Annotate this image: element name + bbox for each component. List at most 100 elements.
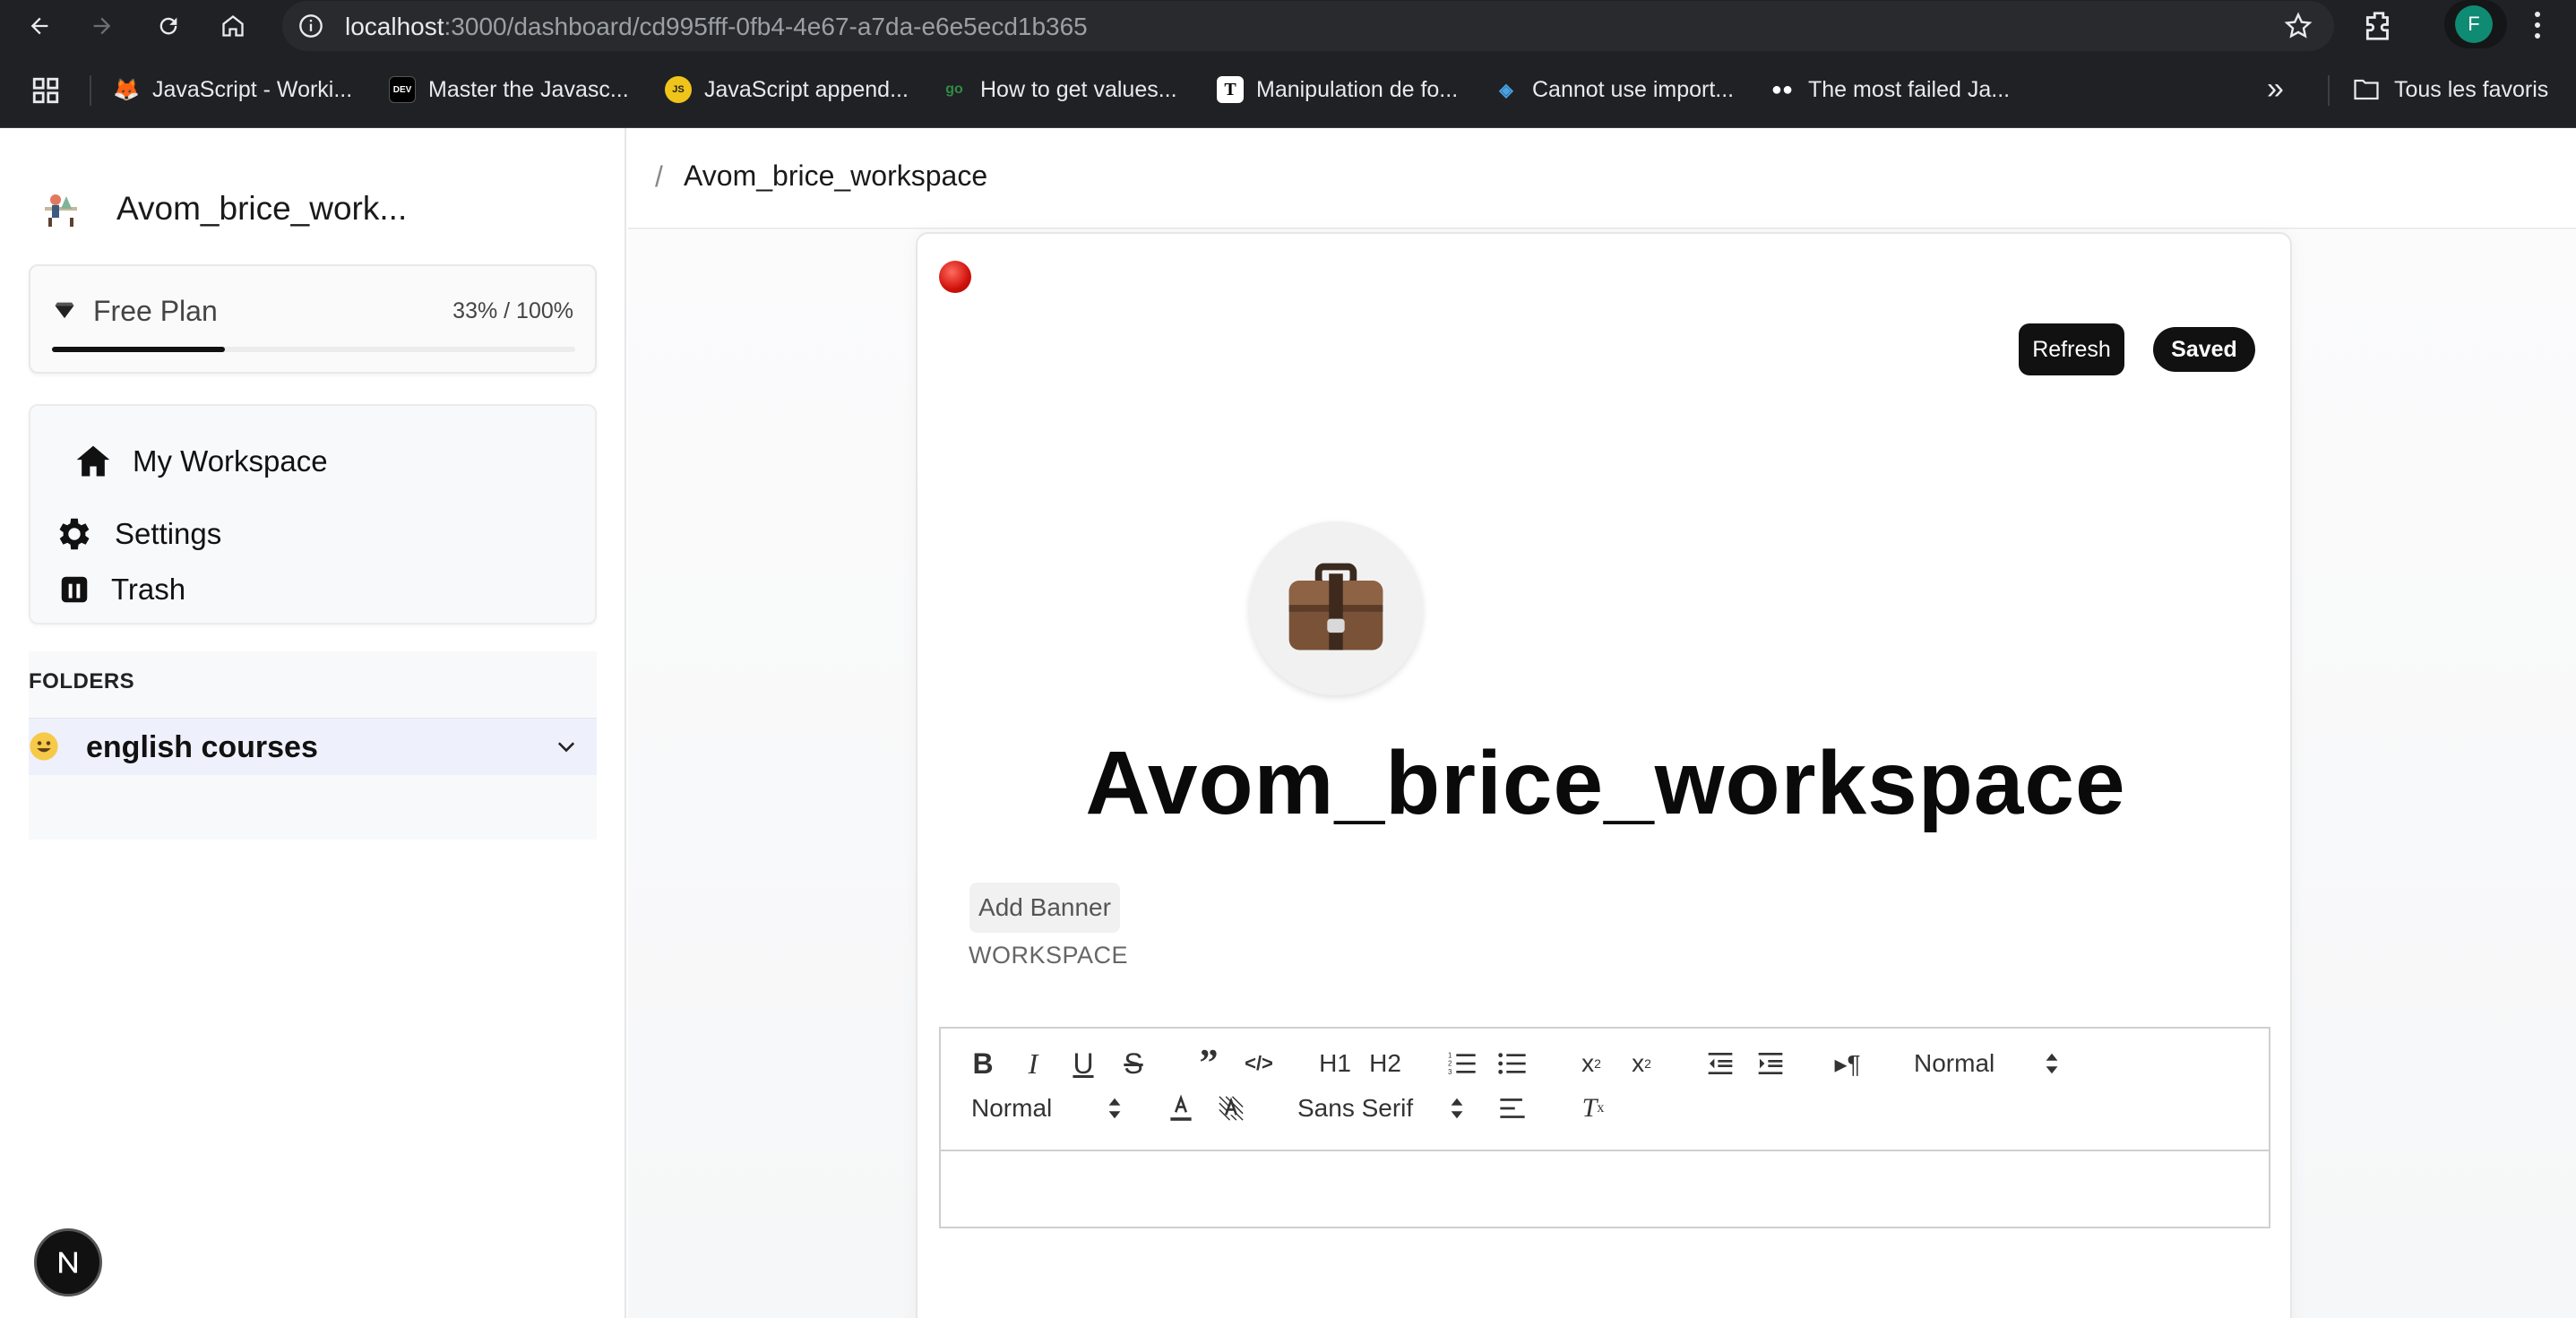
code-icon[interactable]: </> (1244, 1048, 1274, 1079)
nextjs-badge[interactable] (34, 1228, 102, 1296)
superscript-icon[interactable]: x2 (1625, 1048, 1658, 1079)
folder-item[interactable]: english courses (29, 718, 597, 775)
editor-content-area[interactable] (941, 1153, 2269, 1227)
heading2-icon[interactable]: H2 (1367, 1048, 1403, 1079)
saved-badge: Saved (2153, 327, 2255, 372)
text-color-icon[interactable] (1165, 1093, 1197, 1124)
select-arrows-icon (1451, 1098, 1463, 1119)
heading1-icon[interactable]: H1 (1317, 1048, 1353, 1079)
bold-icon[interactable]: B (968, 1047, 998, 1080)
folders-title: FOLDERS (29, 669, 135, 693)
main-area: / Avom_brice_workspace Refresh Saved Avo… (628, 128, 2576, 1318)
bookmark-item[interactable]: ◈ Cannot use import... (1493, 72, 1734, 108)
underline-icon[interactable]: U (1068, 1047, 1098, 1080)
workspace-logo-icon (45, 194, 77, 227)
stack-icon: ◈ (1499, 80, 1513, 100)
workspace-caption: WORKSPACE (969, 942, 1129, 969)
document-panel: Refresh Saved Avom_brice_workspace Add B… (916, 232, 2292, 1318)
plan-card: Free Plan 33% / 100% (29, 264, 597, 374)
svg-text:2: 2 (1448, 1060, 1452, 1068)
trash-icon (61, 576, 88, 603)
header-select[interactable]: Normal (1914, 1048, 2059, 1079)
site-info-icon[interactable] (298, 13, 323, 39)
subscript-icon[interactable]: x2 (1575, 1048, 1607, 1079)
n-logo-icon (59, 1252, 77, 1273)
align-icon[interactable] (1496, 1093, 1529, 1124)
bookmark-item[interactable]: DEV Master the Javasc... (389, 72, 629, 108)
divider (90, 75, 91, 106)
plan-progress-track (52, 347, 575, 352)
more-bookmarks-icon[interactable]: » (2267, 73, 2297, 106)
indent-icon[interactable] (1754, 1048, 1787, 1079)
extensions-icon[interactable] (2362, 9, 2396, 43)
medium-icon: ●● (1770, 79, 1794, 99)
address-bar[interactable]: localhost:3000/dashboard/cd995fff-0fb4-4… (282, 1, 2334, 51)
bullet-list-icon[interactable] (1496, 1048, 1529, 1079)
bookmark-item[interactable]: T Manipulation de fo... (1217, 72, 1458, 108)
refresh-button[interactable]: Refresh (2019, 323, 2124, 375)
size-select[interactable]: Normal (971, 1093, 1122, 1124)
rich-text-editor: B I U S ” </> H1 H2 123 x2 x2 ▸¶ Normal … (939, 1027, 2270, 1228)
t-logo-icon: T (1217, 76, 1244, 103)
more-menu-icon[interactable] (2529, 7, 2546, 43)
folder-name: english courses (86, 730, 318, 764)
forward-arrow-icon[interactable] (84, 8, 120, 44)
dev-icon: DEV (389, 76, 416, 103)
apps-grid-icon[interactable] (30, 75, 61, 106)
sidebar: Avom_brice_work... Free Plan 33% / 100% … (0, 128, 626, 1318)
smiley-face-icon (30, 732, 58, 761)
svg-text:3: 3 (1448, 1068, 1452, 1076)
clear-format-icon[interactable]: Tx (1577, 1093, 1609, 1124)
folder-icon (2354, 79, 2379, 100)
workspace-name: Avom_brice_work... (116, 190, 408, 227)
red-circle-icon (939, 261, 971, 293)
nav-trash[interactable]: Trash (57, 573, 185, 607)
home-icon[interactable] (215, 8, 251, 44)
page-title[interactable]: Avom_brice_workspace (918, 732, 2294, 835)
url-text: localhost:3000/dashboard/cd995fff-0fb4-4… (345, 13, 1088, 40)
add-banner-button[interactable]: Add Banner (969, 883, 1120, 933)
home-icon (76, 445, 110, 477)
profile-avatar[interactable]: F (2455, 5, 2493, 43)
geeks-icon: go (945, 82, 963, 97)
background-color-icon[interactable] (1215, 1093, 1247, 1124)
ordered-list-icon[interactable]: 123 (1446, 1048, 1478, 1079)
gear-icon (59, 518, 90, 550)
browser-toolbar: localhost:3000/dashboard/cd995fff-0fb4-4… (0, 0, 2576, 52)
fox-icon: 🦊 (113, 77, 140, 102)
plan-progress-fill (52, 347, 225, 352)
text-direction-icon[interactable]: ▸¶ (1831, 1048, 1864, 1079)
bookmark-item[interactable]: JS JavaScript append... (665, 72, 909, 108)
bookmark-item[interactable]: ●● The most failed Ja... (1769, 72, 2010, 108)
plan-label: Free Plan (93, 295, 218, 327)
diamond-icon (55, 302, 74, 319)
briefcase-icon (1288, 563, 1383, 650)
bookmark-item[interactable]: go How to get values... (941, 72, 1176, 108)
bookmark-item[interactable]: 🦊 JavaScript - Worki... (113, 72, 352, 108)
outdent-icon[interactable] (1704, 1048, 1736, 1079)
bookmarks-bar: 🦊 JavaScript - Worki... DEV Master the J… (0, 52, 2576, 128)
svg-text:1: 1 (1448, 1051, 1452, 1059)
reload-icon[interactable] (151, 8, 186, 44)
strikethrough-icon[interactable]: S (1118, 1047, 1149, 1080)
breadcrumb: / Avom_brice_workspace (628, 128, 2576, 229)
bookmark-star-icon[interactable] (2284, 12, 2313, 40)
divider (2328, 75, 2330, 106)
back-arrow-icon[interactable] (22, 8, 57, 44)
plan-usage: 33% / 100% (452, 298, 573, 323)
select-arrows-icon (2046, 1053, 2058, 1074)
breadcrumb-item[interactable]: Avom_brice_workspace (684, 159, 987, 193)
font-select[interactable]: Sans Serif (1297, 1093, 1464, 1124)
blockquote-icon[interactable]: ” (1193, 1043, 1224, 1084)
chevron-down-icon[interactable] (554, 735, 579, 760)
nav-my-workspace[interactable]: My Workspace (73, 442, 328, 481)
italic-icon[interactable]: I (1018, 1047, 1048, 1080)
workspace-icon[interactable] (1249, 521, 1423, 695)
all-bookmarks-folder[interactable]: Tous les favoris (2353, 72, 2548, 108)
select-arrows-icon (1108, 1098, 1121, 1119)
nav-card: My Workspace Settings Trash (29, 404, 597, 625)
breadcrumb-separator: / (655, 160, 663, 193)
app-root: Avom_brice_work... Free Plan 33% / 100% … (0, 128, 2576, 1318)
nav-settings[interactable]: Settings (54, 513, 221, 555)
workspace-header[interactable]: Avom_brice_work... (39, 187, 407, 230)
